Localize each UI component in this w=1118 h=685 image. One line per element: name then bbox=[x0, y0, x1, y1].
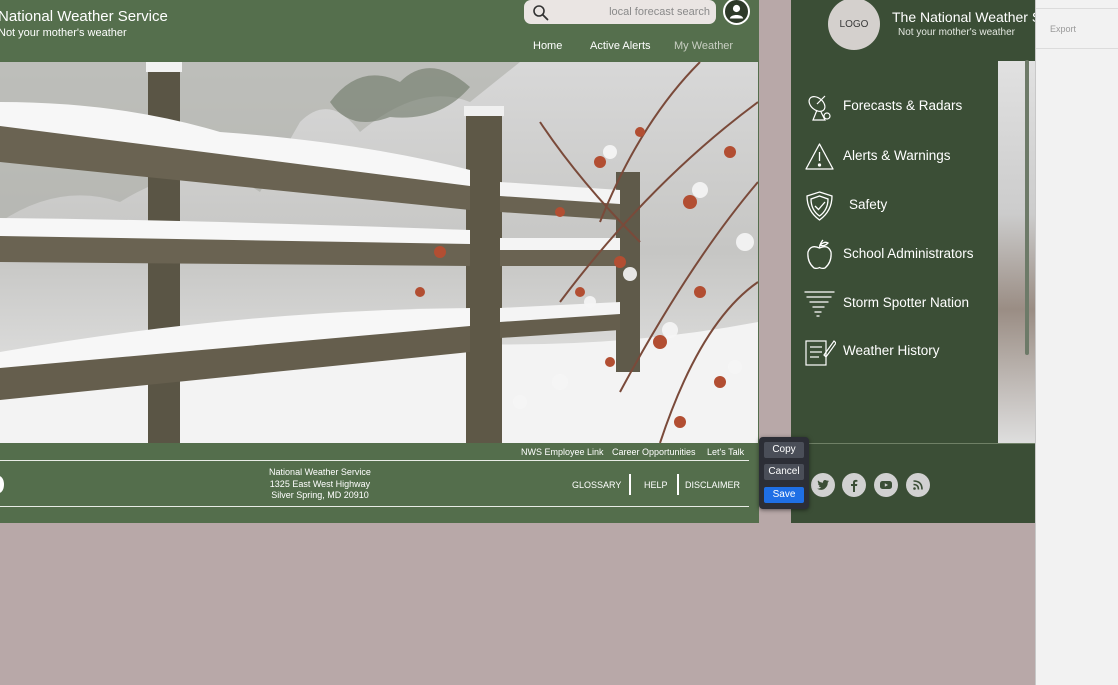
twitter-icon[interactable] bbox=[811, 473, 835, 497]
side-photo-strip bbox=[998, 61, 1035, 443]
user-icon[interactable] bbox=[723, 0, 750, 25]
menu-item-weather-history[interactable]: Weather History bbox=[803, 333, 993, 371]
menu-label: Forecasts & Radars bbox=[843, 98, 963, 113]
cancel-button[interactable]: Cancel bbox=[764, 464, 804, 480]
footer-link-glossary[interactable]: GLOSSARY bbox=[572, 480, 621, 490]
save-button[interactable]: Save bbox=[764, 487, 804, 503]
right-side-panel: Export bbox=[1035, 0, 1118, 685]
logo-placeholder: LOGO bbox=[828, 0, 880, 50]
nav-home[interactable]: Home bbox=[533, 40, 562, 52]
search-bar[interactable] bbox=[524, 0, 716, 24]
footer-link-disclaimer[interactable]: DISCLAIMER bbox=[685, 480, 740, 490]
snowy-fence-photo bbox=[0, 62, 758, 443]
scrollbar[interactable] bbox=[1025, 60, 1029, 355]
menu-label: Safety bbox=[849, 197, 888, 212]
panel-divider bbox=[1036, 48, 1118, 49]
apple-icon bbox=[807, 239, 832, 270]
nav-my-weather[interactable]: My Weather bbox=[674, 40, 733, 52]
youtube-icon[interactable] bbox=[874, 473, 898, 497]
menu-label: Alerts & Warnings bbox=[843, 148, 951, 163]
footer-link-careers[interactable]: Career Opportunities bbox=[612, 447, 696, 457]
floating-action-toolbar: Copy Cancel Save bbox=[759, 437, 809, 509]
address-line-street: 1325 East West Highway bbox=[269, 478, 371, 489]
facebook-icon[interactable] bbox=[842, 473, 866, 497]
tornado-icon bbox=[804, 291, 835, 317]
shield-icon bbox=[806, 191, 833, 221]
main-page-frame: National Weather Service Not your mother… bbox=[0, 0, 759, 523]
menu-label: Weather History bbox=[843, 343, 940, 358]
footer-link-employee[interactable]: NWS Employee Link bbox=[521, 447, 604, 457]
site-header: National Weather Service Not your mother… bbox=[0, 0, 759, 61]
warning-triangle-icon bbox=[805, 143, 834, 170]
menu-item-alerts-warnings[interactable]: Alerts & Warnings bbox=[803, 138, 993, 176]
search-icon bbox=[533, 5, 549, 21]
copy-button[interactable]: Copy bbox=[764, 442, 804, 458]
search-input[interactable] bbox=[554, 3, 710, 21]
site-subtitle: Not your mother's weather bbox=[0, 27, 127, 39]
satellite-dish-icon bbox=[808, 95, 831, 121]
address-line-city: Silver Spring, MD 20910 bbox=[271, 490, 369, 500]
footer-divider-top bbox=[0, 460, 749, 461]
footer-divider-bottom bbox=[0, 506, 749, 507]
menu-item-safety[interactable]: Safety bbox=[803, 187, 993, 225]
export-label[interactable]: Export bbox=[1050, 24, 1076, 34]
footer-separator bbox=[629, 474, 631, 495]
menu-item-school-administrators[interactable]: School Administrators bbox=[803, 236, 993, 274]
footer-link-lets-talk[interactable]: Let's Talk bbox=[707, 447, 744, 457]
menu-footer-divider bbox=[791, 443, 1035, 444]
menu-item-storm-spotter-nation[interactable]: Storm Spotter Nation bbox=[803, 285, 993, 323]
panel-divider bbox=[1036, 8, 1118, 9]
menu-page-frame: LOGO The National Weather Service Not yo… bbox=[791, 0, 1079, 523]
footer-partial-icon bbox=[0, 476, 4, 493]
address-line-org: National Weather Service bbox=[269, 467, 371, 477]
footer-address: National Weather Service 1325 East West … bbox=[220, 467, 420, 502]
menu-site-subtitle: Not your mother's weather bbox=[898, 27, 1015, 38]
notepad-pencil-icon bbox=[805, 340, 836, 366]
nav-active-alerts[interactable]: Active Alerts bbox=[590, 40, 651, 52]
menu-label: School Administrators bbox=[843, 246, 974, 261]
menu-label: Storm Spotter Nation bbox=[843, 295, 970, 310]
menu-item-forecasts-radars[interactable]: Forecasts & Radars bbox=[803, 88, 993, 126]
footer-separator bbox=[677, 474, 679, 495]
rss-icon[interactable] bbox=[906, 473, 930, 497]
hero-image-snowy-fence bbox=[0, 62, 758, 443]
footer-link-help[interactable]: HELP bbox=[644, 480, 668, 490]
site-title: National Weather Service bbox=[0, 8, 168, 25]
